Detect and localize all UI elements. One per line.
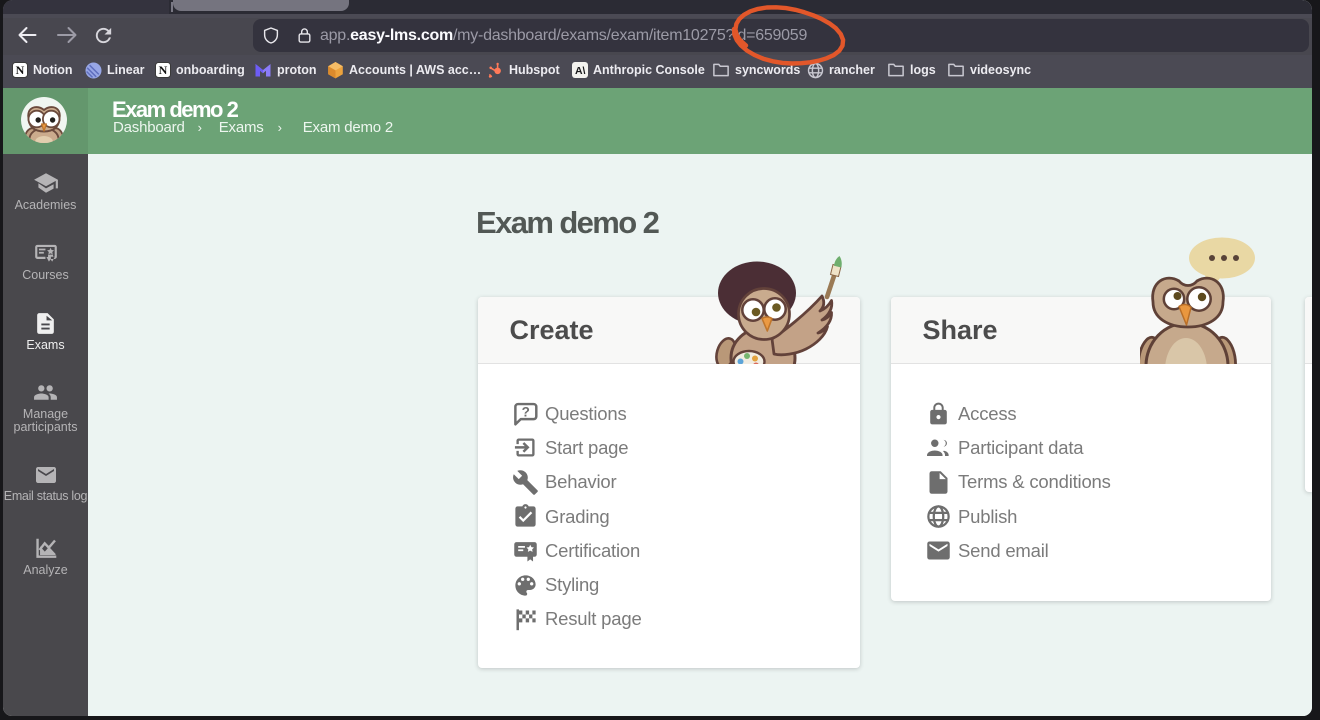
svg-text:A\: A\ <box>575 65 586 77</box>
svg-text:N: N <box>16 63 25 77</box>
svg-text:N: N <box>159 63 168 77</box>
svg-text:?: ? <box>521 405 529 420</box>
